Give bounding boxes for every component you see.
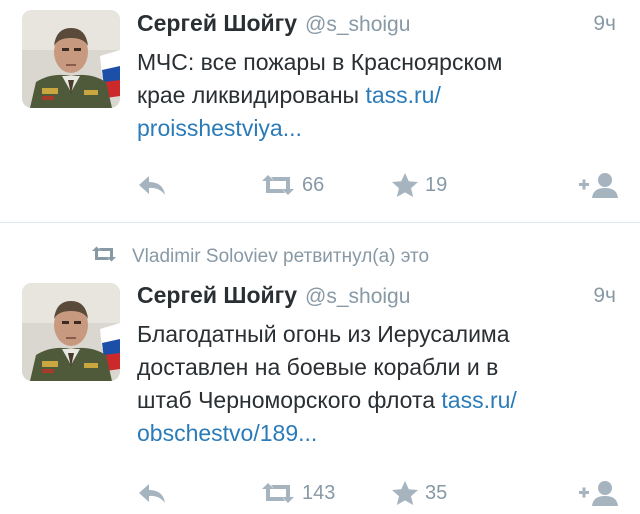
author-name[interactable]: Сергей Шойгу bbox=[137, 282, 297, 308]
reply-button[interactable] bbox=[137, 478, 167, 508]
author-name[interactable]: Сергей Шойгу bbox=[137, 10, 297, 36]
text-line: Благодатный огонь из Иерусалима bbox=[137, 321, 510, 347]
timeline: Сергей Шойгу @s_shoigu 9ч МЧС: все пожары… bbox=[0, 0, 640, 514]
star-icon bbox=[391, 172, 419, 198]
follow-button[interactable] bbox=[578, 478, 618, 508]
tweet-text: Благодатный огонь из Иерусалима доставле… bbox=[137, 318, 617, 450]
retweet-button[interactable]: 143 bbox=[260, 478, 335, 508]
retweet-icon bbox=[90, 245, 118, 269]
favorite-count: 35 bbox=[425, 481, 448, 504]
retweet-icon bbox=[260, 173, 296, 197]
tweet-time: 9ч bbox=[593, 284, 616, 307]
tweet-header: Сергей Шойгу @s_shoigu 9ч bbox=[137, 10, 616, 40]
tweet-time: 9ч bbox=[593, 12, 616, 35]
text-line: доставлен на боевые корабли и в bbox=[137, 354, 499, 380]
author-handle[interactable]: @s_shoigu bbox=[305, 285, 410, 308]
tweet-actions: 66 19 bbox=[137, 170, 620, 200]
tweet-link[interactable]: tass.ru/ bbox=[365, 82, 440, 108]
retweeted-by-text: Vladimir Soloviev ретвитнул(а) это bbox=[132, 246, 430, 267]
favorite-button[interactable]: 19 bbox=[391, 170, 447, 200]
favorite-count: 19 bbox=[425, 173, 448, 196]
tweet-link-continued[interactable]: proisshestviya... bbox=[137, 115, 302, 141]
star-icon bbox=[391, 480, 419, 506]
text-line: крае ликвидированы bbox=[137, 82, 366, 108]
tweet-link-continued[interactable]: obschestvo/189... bbox=[137, 420, 317, 446]
reply-icon bbox=[137, 173, 167, 197]
reply-icon bbox=[137, 481, 167, 505]
retweet-count: 66 bbox=[302, 173, 325, 196]
follow-icon bbox=[578, 479, 618, 507]
author-handle[interactable]: @s_shoigu bbox=[305, 13, 410, 36]
tweet[interactable]: Vladimir Soloviev ретвитнул(а) это Серге… bbox=[0, 223, 640, 514]
retweet-count: 143 bbox=[302, 481, 336, 504]
avatar[interactable] bbox=[22, 283, 120, 381]
favorite-button[interactable]: 35 bbox=[391, 478, 447, 508]
text-line: МЧС: все пожары в Красноярском bbox=[137, 49, 503, 75]
tweet-header: Сергей Шойгу @s_shoigu 9ч bbox=[137, 282, 616, 312]
tweet-actions: 143 35 bbox=[137, 478, 620, 508]
avatar[interactable] bbox=[22, 10, 120, 108]
tweet-link[interactable]: tass.ru/ bbox=[441, 387, 516, 413]
retweet-button[interactable]: 66 bbox=[260, 170, 324, 200]
text-line: штаб Черноморского флота bbox=[137, 387, 442, 413]
follow-icon bbox=[578, 171, 618, 199]
retweet-icon bbox=[260, 481, 296, 505]
tweet[interactable]: Сергей Шойгу @s_shoigu 9ч МЧС: все пожары… bbox=[0, 0, 640, 223]
reply-button[interactable] bbox=[137, 170, 167, 200]
follow-button[interactable] bbox=[578, 170, 618, 200]
tweet-text: МЧС: все пожары в Красноярском крае ликв… bbox=[137, 46, 617, 145]
retweet-context[interactable]: Vladimir Soloviev ретвитнул(а) это bbox=[90, 243, 429, 271]
